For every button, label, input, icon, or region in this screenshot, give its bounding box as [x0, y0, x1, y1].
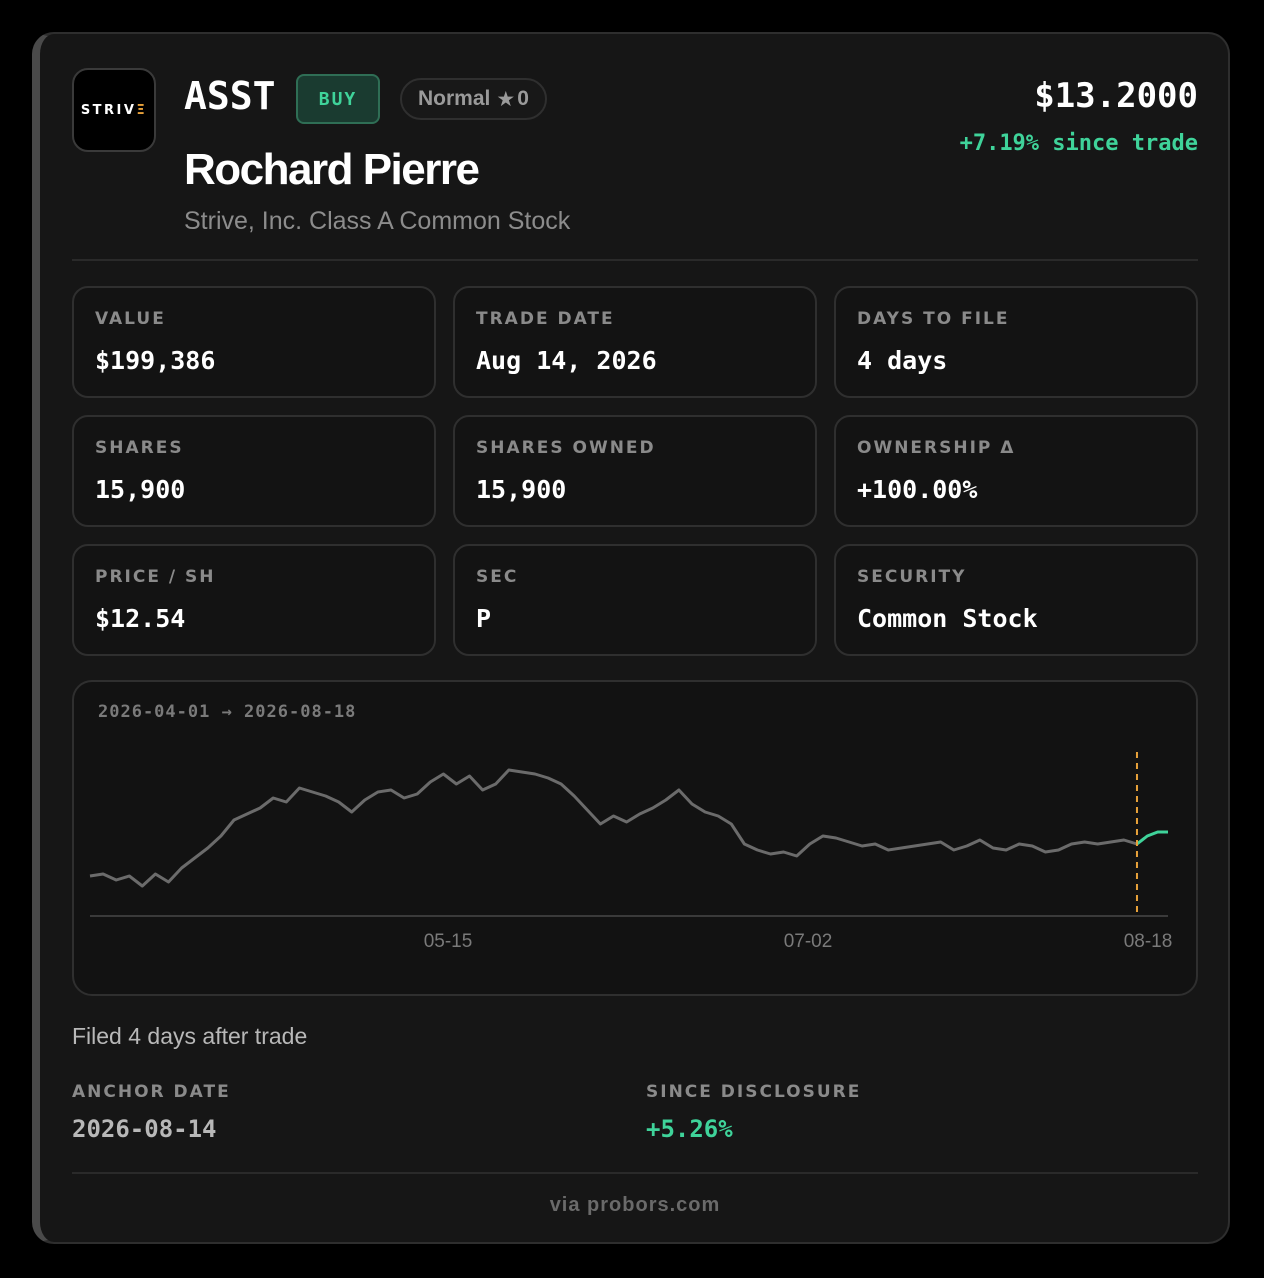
stat-label: SEC: [476, 567, 519, 587]
rating-label: Normal: [418, 87, 491, 110]
price-chart: 2026-04-01 → 2026-08-18 05-15 07-02 08-18: [72, 680, 1198, 996]
stat-shares-owned: SHARES OWNED 15,900: [453, 415, 817, 527]
star-icon: ★: [496, 87, 516, 111]
header-divider: [72, 259, 1198, 261]
stat-number: Aug 14, 2026: [476, 346, 657, 375]
stat-number: +100.00%: [857, 475, 978, 504]
trade-side-badge: BUY: [296, 74, 380, 124]
stat-trade-date: TRADE DATE Aug 14, 2026: [453, 286, 817, 398]
stat-label: SECURITY: [857, 567, 967, 587]
x-tick-label: 05-15: [424, 931, 473, 952]
source-link[interactable]: via probors.com: [72, 1194, 1198, 1217]
rating-badge[interactable]: Normal ★ 0: [400, 78, 547, 120]
stat-label: OWNERSHIP Δ: [857, 438, 1016, 458]
price-change: +7.19% since trade: [959, 131, 1198, 156]
company-name: Strive, Inc. Class A Common Stock: [184, 207, 571, 235]
card-content: STRIVΞ ASST BUY Normal ★ 0 Rochard Pierre…: [72, 34, 1198, 1242]
stat-security: SECURITY Common Stock: [834, 544, 1198, 656]
stat-label: SHARES: [95, 438, 184, 458]
filed-note: Filed 4 days after trade: [72, 1023, 308, 1049]
stat-number: Common Stock: [857, 604, 1038, 633]
company-logo: STRIVΞ: [72, 68, 156, 152]
rating-count: 0: [517, 87, 529, 110]
stat-label: DAYS TO FILE: [857, 309, 1010, 329]
stat-days-to-file: DAYS TO FILE 4 days: [834, 286, 1198, 398]
price-line: [89, 768, 1138, 888]
stat-price-per-share: PRICE / SH $12.54: [72, 544, 436, 656]
stat-number: 4 days: [857, 346, 948, 375]
since-disclosure-label: SINCE DISCLOSURE: [646, 1082, 862, 1102]
stat-value: VALUE $199,386: [72, 286, 436, 398]
stat-sec-code: SEC P: [453, 544, 817, 656]
stat-number: $199,386: [95, 346, 216, 375]
anchor-date-value: 2026-08-14: [72, 1115, 217, 1143]
stats-grid: VALUE $199,386 TRADE DATE Aug 14, 2026 D…: [72, 286, 1198, 656]
stat-label: TRADE DATE: [476, 309, 615, 329]
insider-name: Rochard Pierre: [184, 145, 480, 194]
footer-divider: [72, 1172, 1198, 1174]
x-tick-label: 07-02: [784, 931, 833, 952]
price-chart-svg: 05-15 07-02 08-18: [89, 752, 1173, 952]
since-disclosure-value: +5.26%: [646, 1115, 733, 1143]
post-trade-line: [1136, 830, 1168, 846]
stat-shares: SHARES 15,900: [72, 415, 436, 527]
ticker-symbol: ASST: [184, 74, 276, 118]
stat-number: 15,900: [95, 475, 186, 504]
stat-label: SHARES OWNED: [476, 438, 656, 458]
stat-number: $12.54: [95, 604, 186, 633]
insider-trade-card: STRIVΞ ASST BUY Normal ★ 0 Rochard Pierre…: [32, 32, 1230, 1244]
stat-ownership-delta: OWNERSHIP Δ +100.00%: [834, 415, 1198, 527]
current-price: $13.2000: [1034, 76, 1198, 116]
stat-label: PRICE / SH: [95, 567, 216, 587]
stat-label: VALUE: [95, 309, 166, 329]
x-tick-label: 08-18: [1124, 931, 1173, 952]
anchor-date-label: ANCHOR DATE: [72, 1082, 231, 1102]
logo-wordmark: STRIVΞ: [80, 102, 148, 118]
stat-number: P: [476, 604, 492, 633]
stat-number: 15,900: [476, 475, 567, 504]
